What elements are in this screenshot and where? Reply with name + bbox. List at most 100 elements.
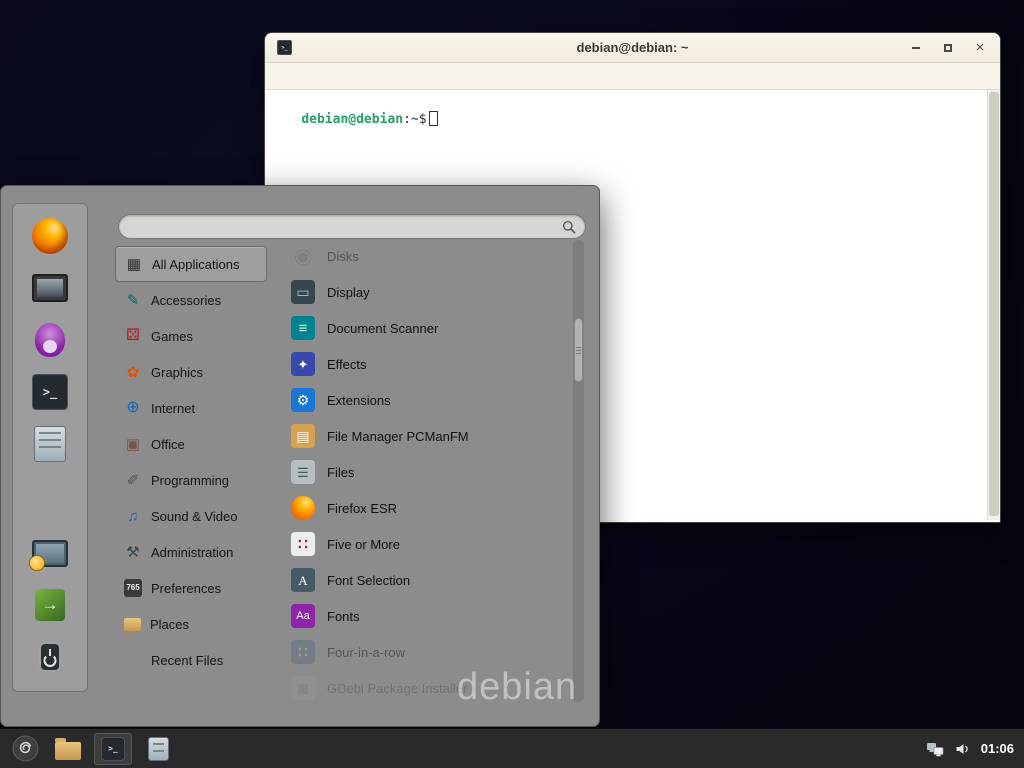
menu-scrollbar[interactable] xyxy=(573,240,584,702)
application-list: ◉ Disks ▭ Display ≡ Document Scanner ✦ E… xyxy=(285,238,573,706)
taskbar-files[interactable] xyxy=(139,733,177,765)
category-label: Preferences xyxy=(151,581,221,596)
category-label: Recent Files xyxy=(151,653,223,668)
application-item[interactable]: A Font Selection xyxy=(285,562,573,598)
category-label: Programming xyxy=(151,473,229,488)
application-item[interactable]: ◉ Disks xyxy=(285,238,573,274)
terminal-window-title: debian@debian: ~ xyxy=(265,40,1000,55)
category-item[interactable]: Places xyxy=(115,606,267,642)
application-item[interactable]: Firefox ESR xyxy=(285,490,573,526)
category-icon: ⚒ xyxy=(124,543,142,561)
application-item[interactable]: ∷ Five or More xyxy=(285,526,573,562)
logout-button[interactable] xyxy=(25,583,75,627)
system-tray: 01:06 xyxy=(926,741,1016,757)
minimize-button[interactable] xyxy=(908,40,924,56)
prompt-colon: : xyxy=(403,112,411,127)
application-icon: ◉ xyxy=(291,244,315,268)
terminal-cursor xyxy=(429,111,438,126)
category-item[interactable]: ✎ Accessories xyxy=(115,282,267,318)
category-item[interactable]: ⊕ Internet xyxy=(115,390,267,426)
bottom-panel: 01:06 xyxy=(0,728,1024,768)
application-icon: Aa xyxy=(291,604,315,628)
maximize-icon xyxy=(944,44,952,52)
category-icon xyxy=(124,618,141,631)
category-label: Sound & Video xyxy=(151,509,238,524)
terminal-scrollbar-thumb[interactable] xyxy=(989,92,999,516)
application-icon: ▦ xyxy=(291,676,315,700)
shutdown-button[interactable] xyxy=(25,635,75,679)
menubar-item[interactable] xyxy=(327,73,345,79)
application-label: Document Scanner xyxy=(327,321,438,336)
menubar-item[interactable] xyxy=(346,73,364,79)
application-label: Font Selection xyxy=(327,573,410,588)
window-controls: × xyxy=(908,40,988,56)
category-item[interactable]: ▣ Office xyxy=(115,426,267,462)
application-item[interactable]: ☰ Files xyxy=(285,454,573,490)
menu-button[interactable] xyxy=(8,732,42,766)
category-item[interactable]: ♫ Sound & Video xyxy=(115,498,267,534)
clock[interactable]: 01:06 xyxy=(981,741,1014,756)
application-icon: ≡ xyxy=(291,316,315,340)
application-icon: ▭ xyxy=(291,280,315,304)
application-item[interactable]: ≡ Document Scanner xyxy=(285,310,573,346)
category-icon xyxy=(124,651,142,669)
application-label: Extensions xyxy=(327,393,391,408)
taskbar-file-manager[interactable] xyxy=(49,733,87,765)
lock-screen-icon xyxy=(32,540,68,567)
prompt-path: ~ xyxy=(411,112,419,127)
terminal-scrollbar[interactable] xyxy=(987,90,1000,520)
terminal-titlebar[interactable]: debian@debian: ~ × xyxy=(265,33,1000,63)
favorite-files[interactable] xyxy=(25,422,75,466)
application-label: Effects xyxy=(327,357,367,372)
menubar-item[interactable] xyxy=(270,73,288,79)
files-icon xyxy=(148,737,169,761)
prompt-user-host: debian@debian xyxy=(301,112,403,127)
maximize-button[interactable] xyxy=(940,40,956,56)
category-item[interactable]: ✐ Programming xyxy=(115,462,267,498)
category-item[interactable]: ✿ Graphics xyxy=(115,354,267,390)
application-item[interactable]: ⚙ Extensions xyxy=(285,382,573,418)
search-icon xyxy=(562,220,576,234)
category-list: ▦ All Applications ✎ Accessories ⚄ Games… xyxy=(115,246,267,678)
favorite-terminal[interactable] xyxy=(25,370,75,414)
favorite-photos[interactable] xyxy=(25,266,75,310)
menubar-item[interactable] xyxy=(365,73,383,79)
category-item[interactable]: ⚄ Games xyxy=(115,318,267,354)
volume-icon[interactable] xyxy=(954,741,971,757)
category-item[interactable]: Recent Files xyxy=(115,642,267,678)
menubar-item[interactable] xyxy=(308,73,326,79)
category-label: Office xyxy=(151,437,185,452)
taskbar-terminal[interactable] xyxy=(94,733,132,765)
category-item[interactable]: 765 Preferences xyxy=(115,570,267,606)
network-icon[interactable] xyxy=(926,741,944,757)
category-item[interactable]: ▦ All Applications xyxy=(115,246,267,282)
favorite-messenger[interactable] xyxy=(25,318,75,362)
application-item[interactable]: Aa Fonts xyxy=(285,598,573,634)
photos-icon xyxy=(32,274,68,302)
application-icon: ∷ xyxy=(291,640,315,664)
terminal-icon xyxy=(101,737,125,761)
menu-scrollbar-thumb[interactable] xyxy=(574,318,583,382)
application-item[interactable]: ✦ Effects xyxy=(285,346,573,382)
minimize-icon xyxy=(912,47,920,49)
lock-screen-button[interactable] xyxy=(25,531,75,575)
firefox-icon xyxy=(32,218,68,254)
category-label: All Applications xyxy=(152,257,239,272)
debian-swirl-icon xyxy=(12,735,39,762)
category-icon: ♫ xyxy=(124,507,142,525)
application-icon: ⚙ xyxy=(291,388,315,412)
application-item[interactable]: ∷ Four-in-a-row xyxy=(285,634,573,670)
file-cabinet-icon xyxy=(34,426,66,462)
application-label: Fonts xyxy=(327,609,360,624)
application-label: Four-in-a-row xyxy=(327,645,405,660)
application-item[interactable]: ▭ Display xyxy=(285,274,573,310)
category-label: Graphics xyxy=(151,365,203,380)
application-item[interactable]: ▤ File Manager PCManFM xyxy=(285,418,573,454)
application-menu: ▦ All Applications ✎ Accessories ⚄ Games… xyxy=(0,185,600,727)
search-input[interactable] xyxy=(128,218,562,235)
category-item[interactable]: ⚒ Administration xyxy=(115,534,267,570)
favorite-firefox[interactable] xyxy=(25,214,75,258)
menubar-item[interactable] xyxy=(289,73,307,79)
application-icon xyxy=(291,496,315,520)
close-button[interactable]: × xyxy=(972,40,988,56)
